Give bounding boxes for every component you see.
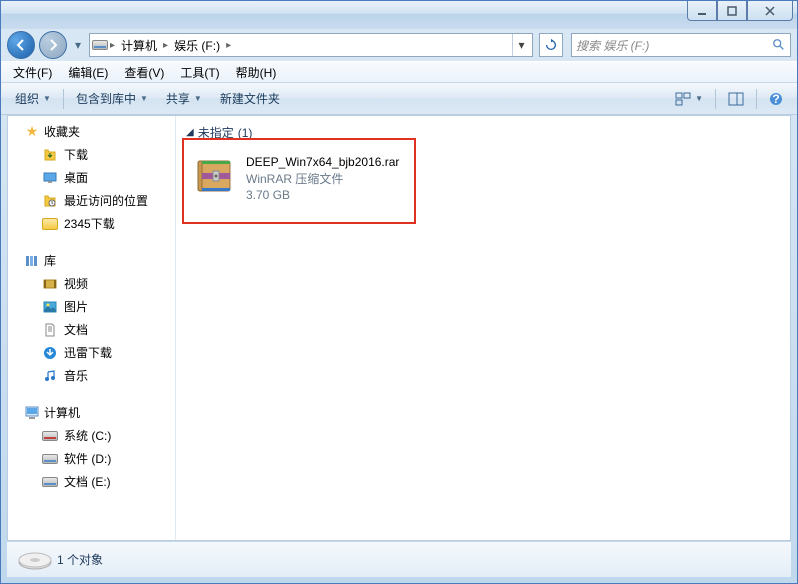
chevron-icon: ▸ bbox=[108, 40, 117, 51]
tree-item[interactable]: 图片 bbox=[8, 295, 175, 318]
menu-edit[interactable]: 编辑(E) bbox=[62, 62, 114, 83]
content-area: ★收藏夹 下载 桌面 最近访问的位置 2345下载 库 视频 图片 文档 迅雷下… bbox=[7, 115, 791, 541]
maximize-button[interactable] bbox=[717, 1, 747, 21]
drive-icon bbox=[92, 37, 108, 53]
navigation-pane: ★收藏夹 下载 桌面 最近访问的位置 2345下载 库 视频 图片 文档 迅雷下… bbox=[8, 116, 176, 540]
star-icon: ★ bbox=[24, 124, 40, 140]
file-size: 3.70 GB bbox=[246, 188, 399, 202]
view-options-button[interactable]: ▼ bbox=[667, 88, 711, 110]
libraries-group: 库 视频 图片 文档 迅雷下载 音乐 bbox=[8, 249, 175, 387]
favorites-group: ★收藏夹 下载 桌面 最近访问的位置 2345下载 bbox=[8, 120, 175, 235]
drive-icon bbox=[42, 428, 58, 444]
titlebar bbox=[1, 1, 797, 29]
library-icon bbox=[24, 253, 40, 269]
file-info: DEEP_Win7x64_bjb2016.rar WinRAR 压缩文件 3.7… bbox=[246, 155, 399, 202]
breadcrumb-computer[interactable]: 计算机 bbox=[117, 34, 161, 56]
new-folder-button[interactable]: 新建文件夹 bbox=[212, 86, 288, 111]
drive-icon bbox=[42, 451, 58, 467]
computer-header[interactable]: 计算机 bbox=[8, 401, 175, 424]
tree-item[interactable]: 视频 bbox=[8, 272, 175, 295]
tree-item[interactable]: 桌面 bbox=[8, 166, 175, 189]
tree-item[interactable]: 下载 bbox=[8, 143, 175, 166]
menu-file[interactable]: 文件(F) bbox=[7, 62, 58, 83]
include-library-button[interactable]: 包含到库中▼ bbox=[68, 86, 156, 111]
preview-pane-button[interactable] bbox=[720, 88, 752, 110]
menu-help[interactable]: 帮助(H) bbox=[230, 62, 283, 83]
desktop-icon bbox=[42, 170, 58, 186]
file-list-pane[interactable]: ◢ 未指定 (1) DEEP_Win7x bbox=[176, 116, 790, 540]
menubar: 文件(F) 编辑(E) 查看(V) 工具(T) 帮助(H) bbox=[1, 61, 797, 83]
group-header[interactable]: ◢ 未指定 (1) bbox=[176, 116, 790, 145]
address-dropdown[interactable]: ▾ bbox=[512, 34, 530, 56]
back-button[interactable] bbox=[7, 31, 35, 59]
refresh-button[interactable] bbox=[539, 33, 563, 57]
libraries-header[interactable]: 库 bbox=[8, 249, 175, 272]
drive-icon bbox=[42, 474, 58, 490]
close-button[interactable] bbox=[747, 1, 793, 21]
file-name: DEEP_Win7x64_bjb2016.rar bbox=[246, 155, 399, 169]
group-label: 未指定 bbox=[198, 124, 234, 141]
share-button[interactable]: 共享▼ bbox=[158, 86, 210, 111]
video-icon bbox=[42, 276, 58, 292]
organize-button[interactable]: 组织▼ bbox=[7, 86, 59, 111]
toolbar: 组织▼ 包含到库中▼ 共享▼ 新建文件夹 ▼ ? bbox=[1, 83, 797, 115]
search-placeholder: 搜索 娱乐 (F:) bbox=[576, 37, 772, 54]
documents-icon bbox=[42, 322, 58, 338]
file-item[interactable]: DEEP_Win7x64_bjb2016.rar WinRAR 压缩文件 3.7… bbox=[188, 149, 508, 208]
chevron-icon: ▸ bbox=[224, 40, 233, 51]
status-text: 1 个对象 bbox=[57, 551, 103, 568]
window-controls bbox=[687, 1, 793, 21]
tree-item[interactable]: 软件 (D:) bbox=[8, 447, 175, 470]
tree-item[interactable]: 音乐 bbox=[8, 364, 175, 387]
computer-icon bbox=[24, 405, 40, 421]
tree-item[interactable]: 系统 (C:) bbox=[8, 424, 175, 447]
breadcrumb-drive-f[interactable]: 娱乐 (F:) bbox=[170, 34, 224, 56]
xunlei-icon bbox=[42, 345, 58, 361]
explorer-window: ▾ ▸ 计算机 ▸ 娱乐 (F:) ▸ ▾ 搜索 娱乐 (F:) 文件(F) 编… bbox=[0, 0, 798, 584]
menu-tools[interactable]: 工具(T) bbox=[174, 62, 225, 83]
search-icon bbox=[772, 38, 786, 52]
rar-file-icon bbox=[194, 155, 236, 197]
drive-icon bbox=[15, 548, 47, 572]
search-input[interactable]: 搜索 娱乐 (F:) bbox=[571, 33, 791, 57]
computer-group: 计算机 系统 (C:) 软件 (D:) 文档 (E:) bbox=[8, 401, 175, 493]
help-button[interactable]: ? bbox=[761, 88, 791, 110]
menu-view[interactable]: 查看(V) bbox=[118, 62, 170, 83]
history-dropdown[interactable]: ▾ bbox=[71, 35, 85, 55]
music-icon bbox=[42, 368, 58, 384]
statusbar: 1 个对象 bbox=[7, 541, 791, 577]
forward-button[interactable] bbox=[39, 31, 67, 59]
favorites-header[interactable]: ★收藏夹 bbox=[8, 120, 175, 143]
svg-text:?: ? bbox=[772, 92, 779, 106]
address-bar[interactable]: ▸ 计算机 ▸ 娱乐 (F:) ▸ ▾ bbox=[89, 33, 533, 57]
tree-item[interactable]: 最近访问的位置 bbox=[8, 189, 175, 212]
group-count: (1) bbox=[238, 126, 253, 140]
collapse-icon: ◢ bbox=[186, 127, 194, 138]
tree-item[interactable]: 2345下载 bbox=[8, 212, 175, 235]
tree-item[interactable]: 迅雷下载 bbox=[8, 341, 175, 364]
tree-item[interactable]: 文档 bbox=[8, 318, 175, 341]
navigation-bar: ▾ ▸ 计算机 ▸ 娱乐 (F:) ▸ ▾ 搜索 娱乐 (F:) bbox=[1, 29, 797, 61]
tree-item[interactable]: 文档 (E:) bbox=[8, 470, 175, 493]
file-type: WinRAR 压缩文件 bbox=[246, 170, 399, 187]
pictures-icon bbox=[42, 299, 58, 315]
folder-icon bbox=[42, 216, 58, 232]
download-icon bbox=[42, 147, 58, 163]
recent-icon bbox=[42, 193, 58, 209]
minimize-button[interactable] bbox=[687, 1, 717, 21]
chevron-icon: ▸ bbox=[161, 40, 170, 51]
